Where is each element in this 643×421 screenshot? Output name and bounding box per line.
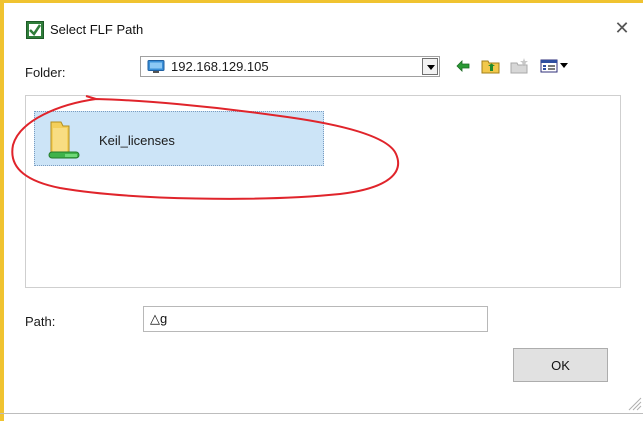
network-folder-icon bbox=[45, 118, 85, 165]
close-icon[interactable]: ✕ bbox=[611, 18, 633, 40]
folder-selected-value: 192.168.129.105 bbox=[171, 59, 269, 74]
window-title: Select FLF Path bbox=[50, 22, 144, 37]
ok-button[interactable]: OK bbox=[513, 348, 608, 382]
network-computer-icon bbox=[147, 60, 165, 74]
app-icon bbox=[26, 21, 44, 39]
back-arrow-icon[interactable] bbox=[455, 57, 471, 75]
window-border-bottom bbox=[0, 413, 643, 414]
up-folder-icon[interactable] bbox=[481, 57, 501, 75]
folder-label: Folder: bbox=[25, 65, 66, 80]
resize-grip-icon[interactable] bbox=[626, 395, 642, 414]
new-folder-icon[interactable] bbox=[510, 57, 530, 75]
list-item-label: Keil_licenses bbox=[99, 133, 175, 148]
window-border-top bbox=[0, 0, 643, 3]
chevron-down-icon[interactable] bbox=[422, 58, 438, 75]
path-label: Path: bbox=[25, 314, 56, 329]
view-menu-icon[interactable] bbox=[540, 57, 572, 75]
file-list[interactable]: Keil_licenses bbox=[25, 95, 621, 288]
folder-dropdown[interactable]: 192.168.129.105 bbox=[140, 56, 440, 77]
window-border-left bbox=[0, 0, 4, 421]
path-input[interactable] bbox=[143, 306, 488, 332]
list-item[interactable]: Keil_licenses bbox=[34, 111, 324, 166]
